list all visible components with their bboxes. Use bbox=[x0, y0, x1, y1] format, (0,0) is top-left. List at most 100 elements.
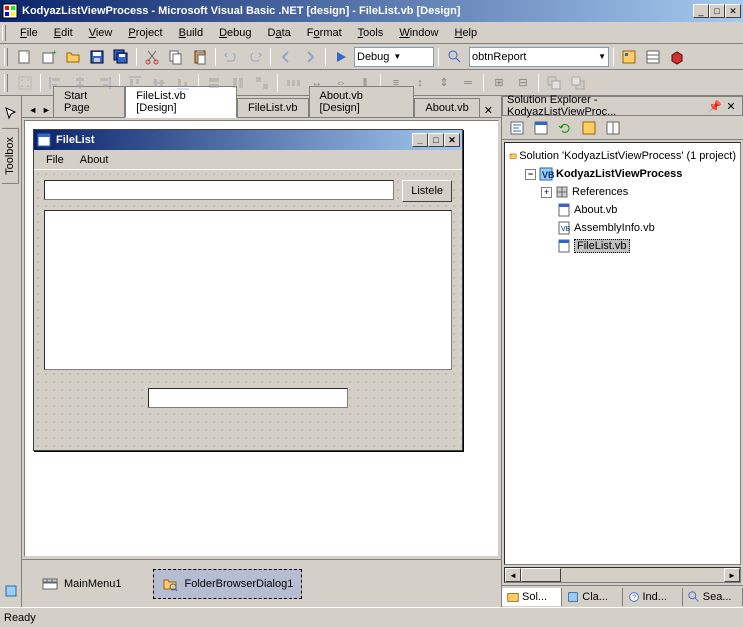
menu-build[interactable]: Build bbox=[171, 25, 211, 41]
server-explorer-icon[interactable] bbox=[3, 583, 19, 599]
add-item-button[interactable]: + bbox=[38, 46, 60, 68]
design-canvas[interactable]: FileList _ □ ✕ File About Listele bbox=[24, 120, 499, 557]
undo-button[interactable] bbox=[220, 46, 242, 68]
tree-file-filelist[interactable]: FileList.vb bbox=[541, 237, 736, 255]
tab-prev-button[interactable]: ◄ bbox=[26, 103, 40, 117]
soltab-search[interactable]: Sea... bbox=[683, 588, 743, 606]
start-button[interactable] bbox=[330, 46, 352, 68]
same-size-button[interactable] bbox=[251, 72, 273, 94]
align-top-button[interactable] bbox=[124, 72, 146, 94]
toolbox-tab[interactable]: Toolbox bbox=[2, 128, 19, 184]
save-all-button[interactable] bbox=[110, 46, 132, 68]
menu-tools[interactable]: Tools bbox=[350, 25, 392, 41]
menu-file[interactable]: File bbox=[12, 25, 46, 41]
maximize-button[interactable]: □ bbox=[709, 4, 725, 18]
align-bottom-button[interactable] bbox=[172, 72, 194, 94]
properties-button[interactable] bbox=[602, 117, 624, 139]
hspace-remove-button[interactable]: ‖ bbox=[354, 72, 376, 94]
tab-close-button[interactable]: ✕ bbox=[480, 104, 497, 117]
tree-file-about[interactable]: About.vb bbox=[541, 201, 736, 219]
tray-mainmenu1[interactable]: MainMenu1 bbox=[34, 570, 129, 598]
form-close-button[interactable]: ✕ bbox=[444, 133, 460, 147]
align-center-button[interactable] bbox=[69, 72, 91, 94]
soltab-solution[interactable]: Sol... bbox=[502, 588, 562, 606]
bring-front-button[interactable] bbox=[543, 72, 565, 94]
pin-button[interactable]: 📌 bbox=[708, 99, 722, 113]
menu-view[interactable]: View bbox=[81, 25, 121, 41]
path-textbox[interactable] bbox=[44, 180, 394, 200]
soltab-index[interactable]: ?Ind... bbox=[623, 588, 683, 606]
tree-project-node[interactable]: − VB KodyazListViewProcess bbox=[525, 165, 736, 183]
new-project-button[interactable] bbox=[14, 46, 36, 68]
find-dropdown[interactable]: obtnReport▼ bbox=[469, 47, 609, 67]
scroll-thumb[interactable] bbox=[521, 568, 561, 582]
same-height-button[interactable] bbox=[227, 72, 249, 94]
form-titlebar: FileList _ □ ✕ bbox=[34, 130, 462, 150]
nav-back-button[interactable] bbox=[275, 46, 297, 68]
menu-project[interactable]: Project bbox=[120, 25, 170, 41]
same-width-button[interactable] bbox=[203, 72, 225, 94]
form-filelist[interactable]: FileList _ □ ✕ File About Listele bbox=[33, 129, 463, 451]
cut-button[interactable] bbox=[141, 46, 163, 68]
menu-format[interactable]: Format bbox=[299, 25, 350, 41]
properties-button[interactable] bbox=[642, 46, 664, 68]
menu-debug[interactable]: Debug bbox=[211, 25, 259, 41]
align-left-button[interactable] bbox=[45, 72, 67, 94]
align-right-button[interactable] bbox=[93, 72, 115, 94]
svg-text:VB: VB bbox=[561, 226, 571, 233]
tab-next-button[interactable]: ► bbox=[40, 103, 54, 117]
hspace-inc-button[interactable]: ↔ bbox=[306, 72, 328, 94]
tab-filelist-code[interactable]: FileList.vb bbox=[237, 98, 309, 117]
file-listbox[interactable] bbox=[44, 210, 452, 370]
send-back-button[interactable] bbox=[567, 72, 589, 94]
status-textbox[interactable] bbox=[148, 388, 348, 408]
nav-forward-button[interactable] bbox=[299, 46, 321, 68]
form-menu-file[interactable]: File bbox=[38, 154, 72, 166]
paste-button[interactable] bbox=[189, 46, 211, 68]
vspace-remove-button[interactable]: ═ bbox=[457, 72, 479, 94]
toolbox-button[interactable] bbox=[666, 46, 688, 68]
vspace-dec-button[interactable]: ⇕ bbox=[433, 72, 455, 94]
vspace-inc-button[interactable]: ↕ bbox=[409, 72, 431, 94]
close-button[interactable]: ✕ bbox=[725, 4, 741, 18]
hspace-equal-button[interactable] bbox=[282, 72, 304, 94]
menu-help[interactable]: Help bbox=[446, 25, 485, 41]
view-designer-button[interactable] bbox=[530, 117, 552, 139]
menu-edit[interactable]: Edit bbox=[46, 25, 81, 41]
save-button[interactable] bbox=[86, 46, 108, 68]
solution-tree[interactable]: Solution 'KodyazListViewProcess' (1 proj… bbox=[504, 142, 741, 565]
open-button[interactable] bbox=[62, 46, 84, 68]
align-grid-button[interactable] bbox=[14, 72, 36, 94]
tab-about-code[interactable]: About.vb bbox=[414, 98, 479, 117]
align-middle-button[interactable] bbox=[148, 72, 170, 94]
copy-button[interactable] bbox=[165, 46, 187, 68]
form-minimize-button[interactable]: _ bbox=[412, 133, 428, 147]
form-client-area[interactable]: Listele bbox=[34, 170, 462, 450]
center-h-button[interactable]: ⊞ bbox=[488, 72, 510, 94]
soltab-classview[interactable]: Cla... bbox=[562, 588, 622, 606]
scroll-left-button[interactable]: ◄ bbox=[505, 568, 521, 582]
tree-references-node[interactable]: + References bbox=[541, 183, 736, 201]
form-menu-about[interactable]: About bbox=[72, 154, 117, 166]
hspace-dec-button[interactable]: ⇔ bbox=[330, 72, 352, 94]
view-code-button[interactable] bbox=[506, 117, 528, 139]
menu-data[interactable]: Data bbox=[260, 25, 299, 41]
redo-button[interactable] bbox=[244, 46, 266, 68]
minimize-button[interactable]: _ bbox=[693, 4, 709, 18]
tray-folderbrowserdialog1[interactable]: FolderBrowserDialog1 bbox=[153, 569, 302, 599]
show-all-button[interactable] bbox=[578, 117, 600, 139]
tree-solution-node[interactable]: Solution 'KodyazListViewProcess' (1 proj… bbox=[509, 147, 736, 165]
refresh-button[interactable] bbox=[554, 117, 576, 139]
expand-icon[interactable]: + bbox=[541, 187, 552, 198]
vspace-equal-button[interactable]: ≡ bbox=[385, 72, 407, 94]
panel-close-button[interactable]: ✕ bbox=[724, 99, 738, 113]
center-v-button[interactable]: ⊟ bbox=[512, 72, 534, 94]
tree-file-assemblyinfo[interactable]: VB AssemblyInfo.vb bbox=[541, 219, 736, 237]
solution-explorer-button[interactable] bbox=[618, 46, 640, 68]
listele-button[interactable]: Listele bbox=[402, 180, 452, 202]
collapse-icon[interactable]: − bbox=[525, 169, 536, 180]
scroll-right-button[interactable]: ► bbox=[724, 568, 740, 582]
config-dropdown[interactable]: Debug▼ bbox=[354, 47, 434, 67]
menu-window[interactable]: Window bbox=[391, 25, 446, 41]
form-maximize-button[interactable]: □ bbox=[428, 133, 444, 147]
